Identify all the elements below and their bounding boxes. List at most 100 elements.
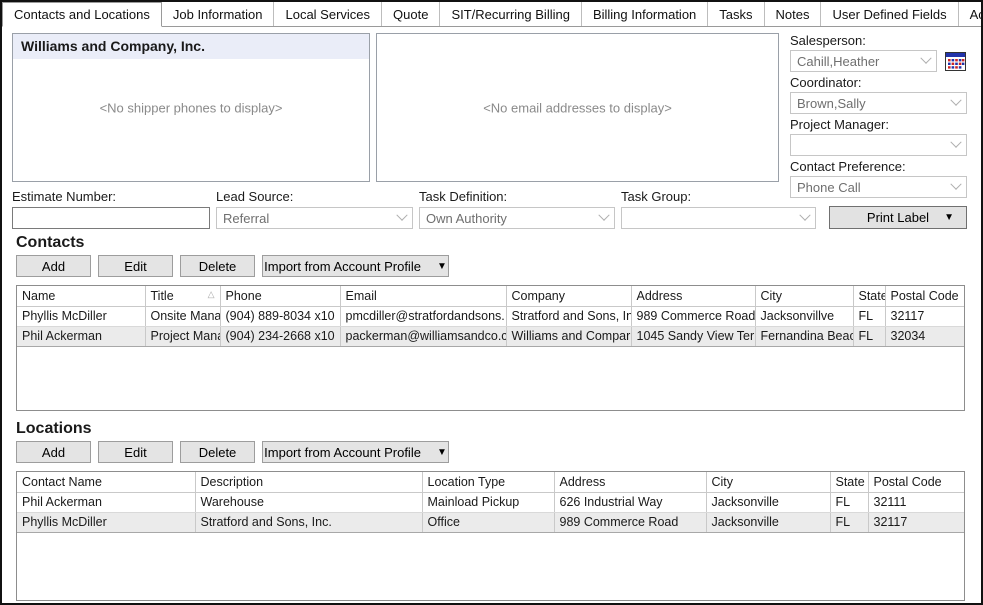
tab-label: Local Services	[285, 7, 370, 22]
locations-grid: Contact NameDescriptionLocation TypeAddr…	[16, 471, 965, 601]
cell: 989 Commerce Road	[554, 512, 706, 532]
email-addresses-panel: <No email addresses to display>	[376, 33, 779, 182]
column-header-phone[interactable]: Phone	[220, 286, 340, 306]
application-window: Contacts and Locations Job Information L…	[0, 0, 983, 605]
chevron-down-icon	[950, 95, 961, 106]
cell: 32034	[885, 326, 965, 346]
contacts-import-from-account-profile-button[interactable]: Import from Account Profile ▼	[262, 255, 449, 277]
triangle-down-icon: ▼	[437, 261, 447, 272]
tab-label: SIT/Recurring Billing	[451, 7, 570, 22]
locations-import-from-account-profile-button[interactable]: Import from Account Profile ▼	[262, 441, 449, 463]
import-button-text: Import from Account Profile	[264, 259, 421, 274]
coordinator-combobox[interactable]: Brown,Sally	[790, 92, 967, 114]
task-definition-combobox[interactable]: Own Authority	[419, 207, 615, 229]
cell: Mainload Pickup	[422, 492, 554, 512]
contact-preference-label: Contact Preference:	[790, 159, 967, 174]
contacts-delete-button[interactable]: Delete	[180, 255, 255, 277]
table-row[interactable]: Phyllis McDillerOnsite Manag(904) 889-80…	[17, 306, 965, 326]
cell: (904) 234-2668 x10	[220, 326, 340, 346]
column-header-address[interactable]: Address	[631, 286, 755, 306]
locations-edit-button[interactable]: Edit	[98, 441, 173, 463]
cell: Stratford and Sons, In	[506, 306, 631, 326]
cell: 626 Industrial Way	[554, 492, 706, 512]
chevron-down-icon	[598, 210, 609, 221]
tab-user-defined-fields[interactable]: User Defined Fields	[821, 2, 958, 26]
tab-label: Contacts and Locations	[14, 7, 150, 22]
cell: Jacksonville	[706, 512, 830, 532]
cell: Stratford and Sons, Inc.	[195, 512, 422, 532]
column-header-description[interactable]: Description	[195, 472, 422, 492]
tab-job-information[interactable]: Job Information	[162, 2, 275, 26]
table-row[interactable]: Phyllis McDillerStratford and Sons, Inc.…	[17, 512, 965, 532]
print-label-text: Print Label	[867, 210, 929, 225]
tab-billing-information[interactable]: Billing Information	[582, 2, 708, 26]
tab-sit-recurring-billing[interactable]: SIT/Recurring Billing	[440, 2, 582, 26]
estimate-number-label: Estimate Number:	[12, 189, 210, 204]
coordinator-label: Coordinator:	[790, 75, 967, 90]
cell: 32117	[868, 512, 965, 532]
tab-tasks[interactable]: Tasks	[708, 2, 764, 26]
table-row[interactable]: Phil AckermanWarehouseMainload Pickup626…	[17, 492, 965, 512]
project-manager-combobox[interactable]	[790, 134, 967, 156]
cell: Phyllis McDiller	[17, 306, 145, 326]
column-header-company[interactable]: Company	[506, 286, 631, 306]
shipper-phones-panel: Williams and Company, Inc. <No shipper p…	[12, 33, 370, 182]
cell: Phil Ackerman	[17, 326, 145, 346]
print-label-button[interactable]: Print Label ▼	[829, 206, 967, 229]
column-header-title[interactable]: Title△	[145, 286, 220, 306]
column-header-name[interactable]: Name	[17, 286, 145, 306]
chevron-down-icon	[396, 210, 407, 221]
tab-bar: Contacts and Locations Job Information L…	[2, 2, 981, 27]
cell: pmcdiller@stratfordandsons.	[340, 306, 506, 326]
tab-label: Job Information	[173, 7, 263, 22]
locations-add-button[interactable]: Add	[16, 441, 91, 463]
column-header-contact-name[interactable]: Contact Name	[17, 472, 195, 492]
column-header-email[interactable]: Email	[340, 286, 506, 306]
estimate-number-input[interactable]	[12, 207, 210, 229]
chevron-down-icon	[950, 137, 961, 148]
tab-account-profile[interactable]: Account Profile	[959, 2, 983, 26]
tab-label: Billing Information	[593, 7, 696, 22]
task-group-combobox[interactable]	[621, 207, 816, 229]
salesperson-combobox[interactable]: Cahill,Heather	[790, 50, 937, 72]
salesperson-label: Salesperson:	[790, 33, 967, 48]
company-name-header: Williams and Company, Inc.	[13, 34, 369, 59]
tab-contacts-and-locations[interactable]: Contacts and Locations	[2, 2, 162, 27]
column-header-city[interactable]: City	[755, 286, 853, 306]
tab-local-services[interactable]: Local Services	[274, 2, 382, 26]
cell: Warehouse	[195, 492, 422, 512]
column-header-postal-code[interactable]: Postal Code	[868, 472, 965, 492]
lead-source-label: Lead Source:	[216, 189, 413, 204]
column-header-city[interactable]: City	[706, 472, 830, 492]
lead-source-combobox[interactable]: Referral	[216, 207, 413, 229]
tab-label: Quote	[393, 7, 428, 22]
contacts-add-button[interactable]: Add	[16, 255, 91, 277]
contacts-edit-button[interactable]: Edit	[98, 255, 173, 277]
header-row: Contact NameDescriptionLocation TypeAddr…	[17, 472, 965, 492]
cell: 32111	[868, 492, 965, 512]
table-row[interactable]: Phil AckermanProject Mana(904) 234-2668 …	[17, 326, 965, 346]
cell: FL	[830, 512, 868, 532]
tab-quote[interactable]: Quote	[382, 2, 440, 26]
column-header-postal-code[interactable]: Postal Code	[885, 286, 965, 306]
column-header-state[interactable]: State	[830, 472, 868, 492]
task-definition-label: Task Definition:	[419, 189, 615, 204]
column-header-address[interactable]: Address	[554, 472, 706, 492]
column-header-state[interactable]: State	[853, 286, 885, 306]
chevron-down-icon	[950, 179, 961, 190]
contact-preference-combobox[interactable]: Phone Call	[790, 176, 967, 198]
contacts-grid: NameTitle△PhoneEmailCompanyAddressCitySt…	[16, 285, 965, 411]
calendar-icon	[945, 52, 966, 71]
assignment-fields-column: Salesperson: Cahill,Heather	[784, 33, 967, 182]
cell: (904) 889-8034 x10	[220, 306, 340, 326]
locations-delete-button[interactable]: Delete	[180, 441, 255, 463]
triangle-down-icon: ▼	[437, 447, 447, 458]
tab-label: User Defined Fields	[832, 7, 946, 22]
cell: Williams and Compar	[506, 326, 631, 346]
salesperson-calendar-button[interactable]	[943, 50, 967, 72]
contacts-table: NameTitle△PhoneEmailCompanyAddressCitySt…	[17, 286, 965, 347]
cell: Jacksonville	[706, 492, 830, 512]
tab-notes[interactable]: Notes	[765, 2, 822, 26]
coordinator-value: Brown,Sally	[797, 96, 952, 111]
column-header-location-type[interactable]: Location Type	[422, 472, 554, 492]
